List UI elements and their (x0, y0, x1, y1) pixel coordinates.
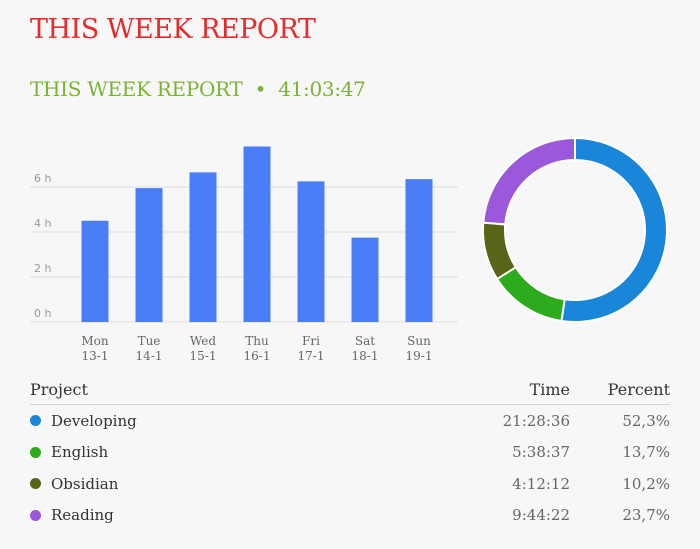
project-time: 5:38:37 (512, 443, 570, 462)
x-day-label: Tue (138, 334, 161, 348)
x-date-label: 18-1 (352, 349, 379, 363)
project-color-dot (30, 446, 41, 458)
x-date-label: 14-1 (136, 349, 163, 363)
header-time: Time (529, 379, 570, 399)
project-time: 21:28:36 (502, 411, 570, 430)
donut-chart (482, 136, 668, 323)
y-tick-label: 0 h (34, 307, 51, 320)
project-percent: 10,2% (622, 474, 670, 493)
donut-hole (506, 161, 644, 299)
table-row[interactable]: Reading 9:44:22 23,7% (30, 500, 670, 532)
table-row[interactable]: Developing 21:28:36 52,3% (30, 405, 670, 437)
project-percent: 52,3% (622, 411, 670, 430)
bar[interactable] (351, 237, 379, 322)
project-percent: 13,7% (622, 443, 670, 462)
bar[interactable] (405, 179, 433, 322)
x-day-label: Mon (81, 334, 109, 348)
x-date-label: 16-1 (244, 349, 271, 363)
project-name: English (51, 443, 109, 462)
x-date-label: 17-1 (298, 349, 325, 363)
y-tick-label: 4 h (34, 217, 51, 230)
x-date-label: 19-1 (406, 349, 433, 363)
header-project: Project (30, 379, 88, 399)
x-date-label: 13-1 (82, 349, 109, 363)
y-tick-label: 2 h (34, 262, 51, 275)
x-day-label: Sat (355, 334, 375, 348)
project-time: 4:12:12 (512, 474, 570, 493)
bar-chart: 0 h 2 h 4 h 6 h Mon13-1 Tue14-1 Wed15-1 Thu16-1… (30, 146, 458, 363)
x-day-label: Sun (407, 334, 431, 348)
header-percent: Percent (607, 379, 670, 399)
table-row[interactable]: English 5:38:37 13,7% (30, 437, 670, 469)
report-heading-label: THIS WEEK REPORT (30, 77, 243, 101)
x-day-label: Thu (245, 334, 269, 348)
bar[interactable] (135, 188, 163, 322)
y-tick-label: 6 h (34, 172, 51, 185)
project-time: 9:44:22 (512, 506, 570, 525)
total-time: 41:03:47 (278, 77, 366, 101)
project-color-dot (30, 509, 41, 521)
project-name: Developing (51, 411, 137, 430)
x-day-label: Wed (190, 334, 216, 348)
x-day-label: Fri (302, 334, 320, 348)
bar[interactable] (243, 146, 271, 323)
project-table: Project Time Percent Developing 21:28:36… (30, 374, 670, 531)
table-row[interactable]: Obsidian 4:12:12 10,2% (30, 468, 670, 500)
bar[interactable] (297, 181, 325, 322)
report-heading: THIS WEEK REPORT • 41:03:47 (30, 77, 366, 101)
project-color-dot (30, 478, 41, 490)
project-percent: 23,7% (622, 506, 670, 525)
project-name: Obsidian (51, 474, 119, 493)
table-header: Project Time Percent (30, 374, 670, 405)
project-name: Reading (51, 506, 114, 525)
heading-separator: • (254, 77, 267, 101)
project-color-dot (30, 415, 41, 427)
x-date-label: 15-1 (190, 349, 217, 363)
page-title: THIS WEEK REPORT (30, 14, 316, 45)
bar[interactable] (81, 220, 109, 322)
bar[interactable] (189, 172, 217, 322)
